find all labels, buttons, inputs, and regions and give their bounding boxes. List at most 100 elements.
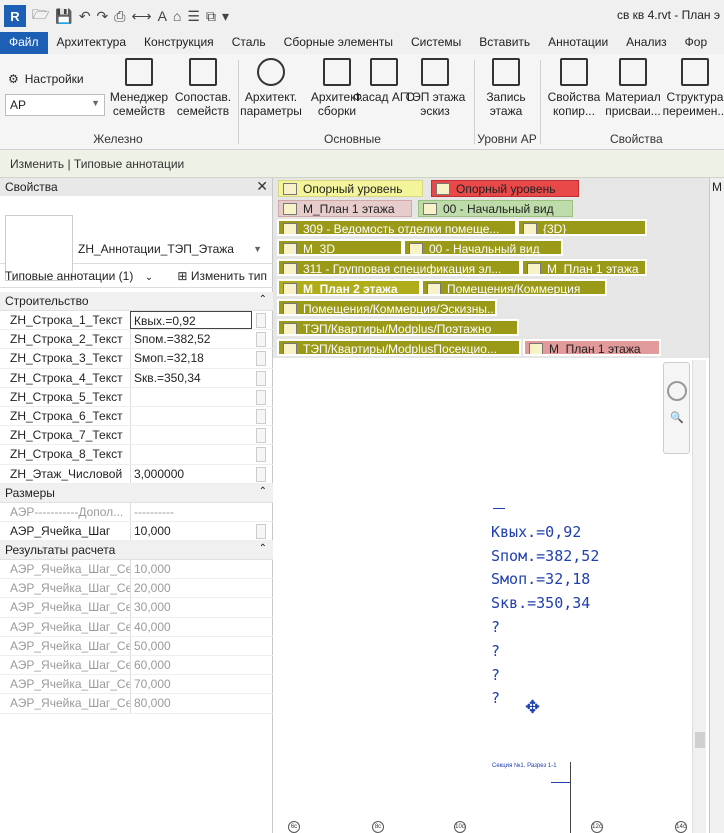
undo-icon[interactable]: ↶	[79, 8, 91, 25]
property-value-input[interactable]: 10,000	[130, 521, 252, 541]
annotation-line[interactable]: ?	[491, 689, 500, 707]
save-icon[interactable]: 💾	[55, 8, 72, 25]
view-tab[interactable]: 00 - Начальный вид	[418, 200, 573, 217]
view-tab[interactable]: Помещения/Коммерция	[421, 279, 607, 296]
associate-param-button[interactable]	[256, 351, 266, 367]
record-floor-button[interactable]: Запись этажа	[473, 58, 539, 118]
tab-architecture[interactable]: Архитектура	[48, 32, 136, 54]
associate-param-button[interactable]	[256, 408, 266, 424]
property-row: АЭР_Ячейка_Шаг_Се... 30,000	[0, 598, 273, 618]
view-tab[interactable]: M_План 1 этажа	[278, 200, 412, 217]
tab-annotate[interactable]: Аннотации	[539, 32, 617, 54]
annotation-line[interactable]: Sпом.=382,52	[491, 547, 599, 565]
property-value-input[interactable]: 3,000000	[130, 464, 252, 483]
edit-type-button[interactable]: ⊞ Изменить тип	[177, 269, 267, 283]
tab-form[interactable]: Фор	[676, 32, 716, 54]
section-line[interactable]	[570, 762, 571, 833]
annotation-line[interactable]: ?	[491, 642, 500, 660]
view-tab[interactable]: M_3D	[277, 239, 403, 256]
arch-params-button[interactable]: Архитект. параметры	[238, 58, 304, 118]
view-tab-active[interactable]: M_План 2 этажа	[277, 279, 421, 296]
annotation-line[interactable]: Kвых.=0,92	[491, 523, 581, 541]
vertical-scrollbar[interactable]	[692, 360, 706, 833]
tab-structure[interactable]: Конструкция	[135, 32, 223, 54]
right-panel[interactable]: М	[709, 178, 724, 833]
section-dimensions[interactable]: Размеры ⌃	[0, 483, 273, 503]
section-results[interactable]: Результаты расчета ⌃	[0, 541, 273, 561]
tab-precast[interactable]: Сборные элементы	[275, 32, 402, 54]
instance-filter[interactable]: Типовые аннотации (1) ⌄ ⊞ Изменить тип	[0, 266, 273, 288]
view-tab[interactable]: Помещения/Коммерция/Эскизны...	[277, 299, 497, 316]
view-tab[interactable]: Опорный уровень	[431, 180, 579, 197]
zoom-icon[interactable]: 🔍	[670, 411, 684, 424]
tab-analyze[interactable]: Анализ	[617, 32, 676, 54]
section-construction[interactable]: Строительство ⌃	[0, 292, 273, 311]
property-value-input[interactable]: Квых.=0,92	[130, 311, 252, 330]
tab-file[interactable]: Файл	[0, 32, 48, 54]
property-value-input[interactable]: Sмоп.=32,18	[130, 349, 252, 368]
view-tab[interactable]: ТЭП/Квартиры/Modplus/Поэтажно	[277, 319, 519, 336]
redo-icon[interactable]: ↷	[97, 8, 109, 25]
property-value-input[interactable]: Sкв.=350,34	[130, 368, 252, 387]
print-icon[interactable]: ⎙	[114, 8, 125, 25]
associate-param-button[interactable]	[256, 332, 266, 348]
grid-bubble[interactable]: 12c	[591, 821, 603, 833]
home-icon[interactable]: ⌂	[173, 8, 181, 24]
steering-wheel-icon[interactable]	[667, 381, 687, 401]
annotation-line[interactable]: Sкв.=350,34	[491, 594, 590, 612]
copy-props-button[interactable]: Свойства копир...	[541, 58, 607, 118]
grid-bubble[interactable]: 6c	[288, 821, 300, 833]
app-logo[interactable]: R	[4, 5, 26, 27]
measure-icon[interactable]: ⟷	[131, 8, 151, 25]
view-tab[interactable]: Опорный уровень	[278, 180, 423, 197]
associate-param-button[interactable]	[256, 370, 266, 386]
property-value-input[interactable]	[130, 387, 252, 406]
discipline-dropdown[interactable]: AP ▼	[5, 94, 105, 116]
view-tab[interactable]: M_План 1 этажа	[523, 339, 661, 356]
settings-button[interactable]: ⚙ Настройки	[8, 72, 84, 86]
view-tab[interactable]: M_План 1 этажа	[521, 259, 647, 276]
annotation-line[interactable]: Sмоп.=32,18	[491, 570, 590, 588]
annotation-line[interactable]: ?	[491, 618, 500, 636]
structure-rename-button[interactable]: Структура переимен...	[662, 58, 724, 118]
associate-param-button[interactable]	[256, 523, 266, 539]
family-compare-button[interactable]: Сопостав. семейств	[170, 58, 236, 118]
property-value-input[interactable]: Sпом.=382,52	[130, 330, 252, 349]
view-tab[interactable]: {3D}	[517, 219, 647, 236]
close-hidden-icon[interactable]: ⧉	[206, 8, 216, 25]
property-value-input[interactable]	[130, 445, 252, 464]
type-selector[interactable]: ZH_Аннотации_ТЭП_Этажа ▼	[0, 196, 272, 281]
move-icon[interactable]: ✥	[525, 697, 540, 718]
associate-param-button[interactable]	[256, 428, 266, 444]
grid-bubble[interactable]: 8c	[372, 821, 384, 833]
associate-param-button[interactable]	[256, 313, 266, 328]
view-icon	[436, 183, 450, 195]
grid-bubble[interactable]: 14c	[675, 821, 687, 833]
annotation-line[interactable]: ?	[491, 666, 500, 684]
associate-param-button[interactable]	[256, 389, 266, 405]
view-tab[interactable]: ТЭП/Квартиры/ModplusПосекцио...	[277, 339, 521, 356]
navigation-bar[interactable]: 🔍	[663, 362, 690, 454]
associate-param-button[interactable]	[256, 466, 266, 482]
view-tab[interactable]: 309 - Ведомость отделки помеще...	[277, 219, 517, 236]
view-tab[interactable]: 311 - Групповая спецификация эл...	[277, 259, 521, 276]
tab-insert[interactable]: Вставить	[470, 32, 539, 54]
switch-windows-icon[interactable]: ▾	[222, 8, 229, 25]
associate-param-button[interactable]	[256, 447, 266, 463]
family-manager-button[interactable]: Менеджер семейств	[106, 58, 172, 118]
grid-bubble[interactable]: 10c	[454, 821, 466, 833]
section-marker[interactable]	[551, 782, 571, 783]
property-value-input[interactable]	[130, 426, 252, 445]
thin-lines-icon[interactable]: ☰	[187, 8, 200, 25]
tep-sketch-button[interactable]: ТЭП этажа эскиз	[402, 58, 468, 118]
property-value-input[interactable]	[130, 406, 252, 426]
scrollbar-thumb[interactable]	[695, 732, 705, 748]
material-assign-button[interactable]: Материал присваи...	[600, 58, 666, 118]
tab-steel[interactable]: Сталь	[223, 32, 275, 54]
view-tab[interactable]: 00 - Начальный вид	[403, 239, 563, 256]
open-icon[interactable]: 🗁	[32, 4, 49, 28]
drawing-area[interactable]: Опорный уровень Опорный уровень M_План 1…	[273, 178, 709, 833]
tab-systems[interactable]: Системы	[402, 32, 470, 54]
text-icon[interactable]: A	[158, 8, 167, 24]
close-icon[interactable]: ✕	[256, 178, 268, 195]
